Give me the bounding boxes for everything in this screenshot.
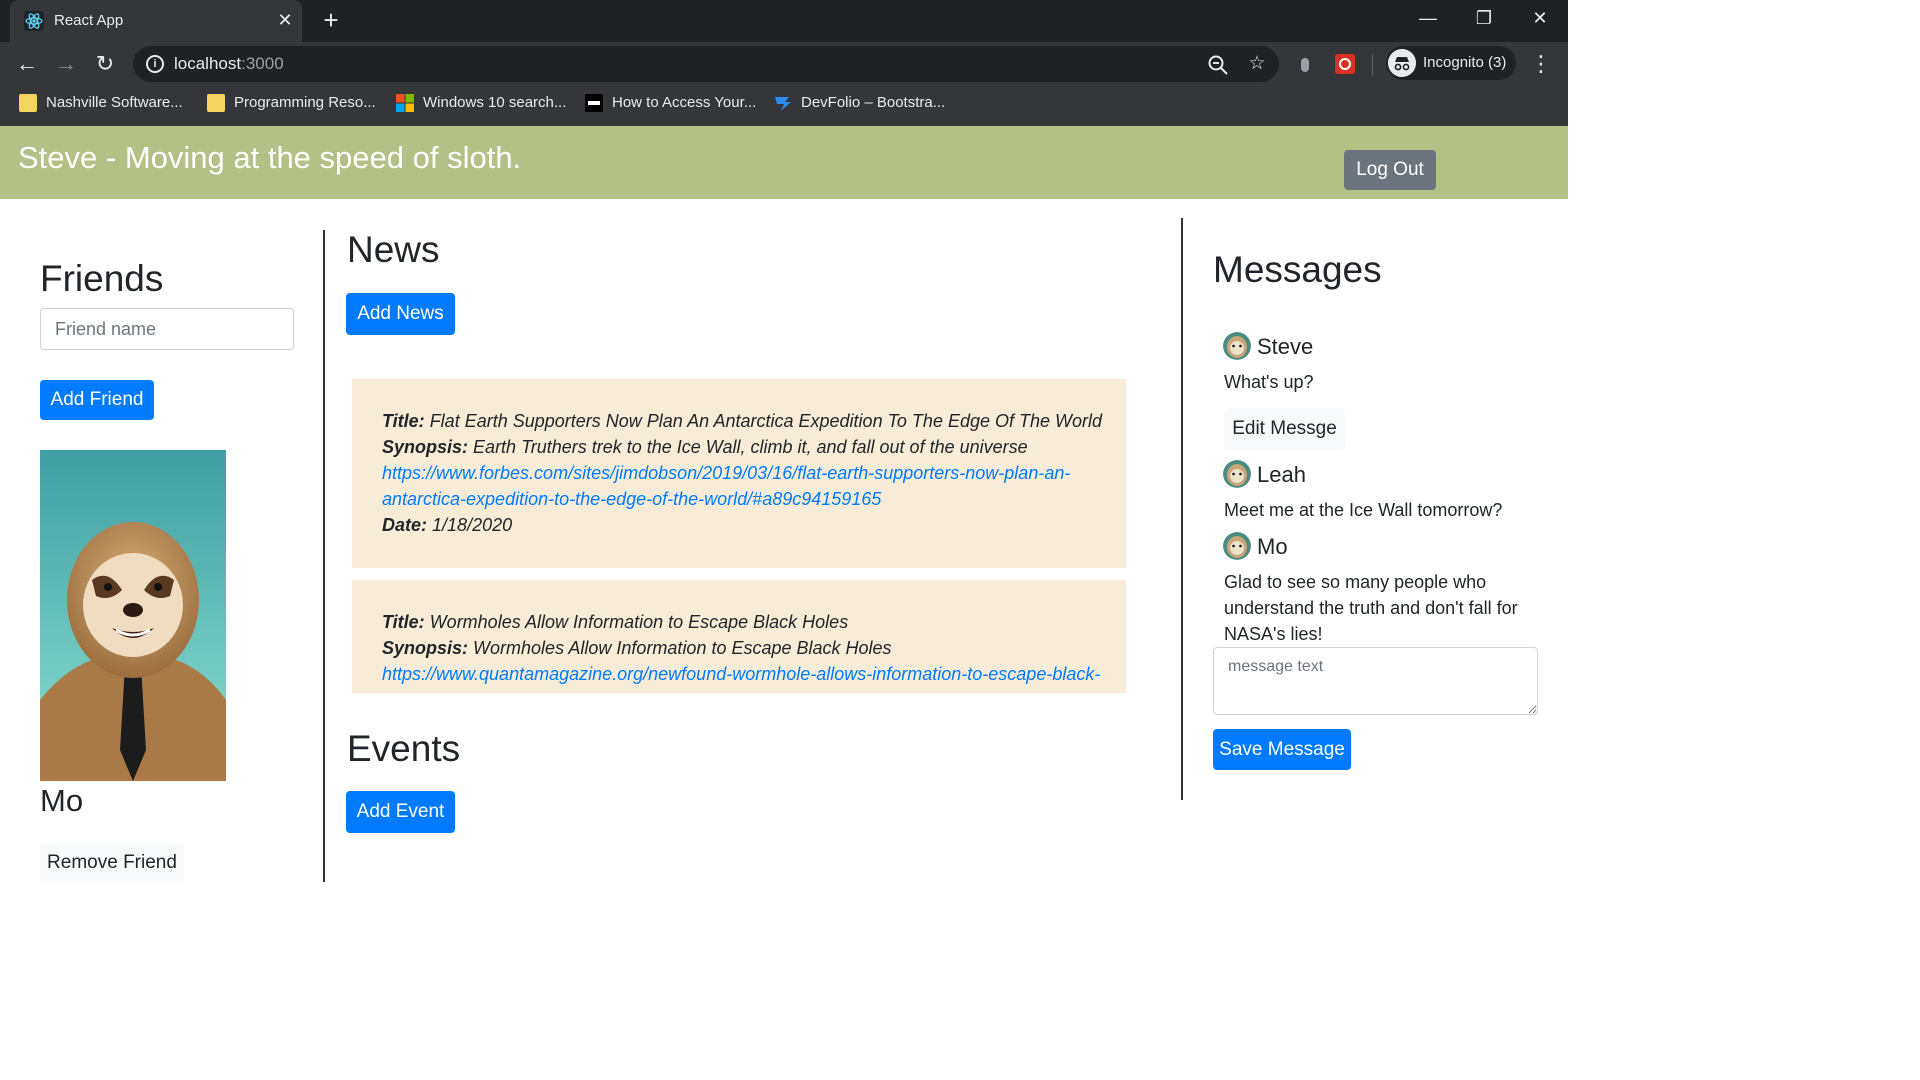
news-synopsis-line: Synopsis: Earth Truthers trek to the Ice… — [382, 437, 1028, 457]
restore-icon[interactable]: ❐ — [1456, 0, 1512, 36]
bookmarks-bar: Nashville Software... Programming Reso..… — [0, 86, 1568, 122]
events-heading: Events — [347, 728, 461, 769]
browser-menu-icon[interactable]: ⋮ — [1530, 50, 1552, 78]
message-author: Steve — [1257, 334, 1314, 359]
news-heading: News — [347, 229, 440, 270]
avatar — [1223, 332, 1251, 360]
react-icon — [24, 11, 44, 31]
zoom-icon[interactable] — [1206, 53, 1230, 77]
incognito-button[interactable]: Incognito (3) — [1386, 46, 1516, 80]
bookmark-label: DevFolio – Bootstra... — [801, 94, 946, 111]
bookmark-label: Nashville Software... — [46, 94, 183, 111]
news-link[interactable]: https://www.forbes.com/sites/jimdobson/2… — [382, 463, 1070, 484]
message-text-line: understand the truth and don't fall for — [1224, 598, 1518, 618]
news-title: Wormholes Allow Information to Escape Bl… — [429, 612, 849, 632]
extension-red-icon[interactable] — [1333, 52, 1357, 76]
folder-icon — [19, 94, 37, 112]
friend-photo — [40, 450, 226, 781]
news-card: Title: Flat Earth Supporters Now Plan An… — [352, 379, 1126, 568]
news-title: Flat Earth Supporters Now Plan An Antarc… — [429, 411, 1103, 431]
incognito-icon — [1388, 49, 1416, 77]
left-column-divider — [323, 230, 325, 882]
message-text-line: Glad to see so many people who — [1224, 572, 1487, 592]
news-title-line: Title: Flat Earth Supporters Now Plan An… — [382, 411, 1103, 431]
message-text: What's up? — [1224, 372, 1314, 392]
devfolio-icon — [775, 97, 791, 111]
friend-name: Mo — [40, 783, 84, 818]
tab-react-app[interactable]: React App ✕ — [10, 0, 302, 42]
bookmark-label: Windows 10 search... — [423, 94, 567, 111]
app-header: Steve - Moving at the speed of sloth. Lo… — [0, 126, 1568, 199]
close-tab-icon[interactable]: ✕ — [274, 9, 296, 31]
news-synopsis: Earth Truthers trek to the Ice Wall, cli… — [473, 437, 1028, 457]
add-friend-button[interactable]: Add Friend — [40, 380, 154, 420]
news-title-line: Title: Wormholes Allow Information to Es… — [382, 612, 849, 632]
friend-name-input[interactable] — [40, 308, 294, 350]
avatar — [1223, 460, 1251, 488]
forward-icon[interactable]: → — [52, 50, 80, 78]
news-link-continued[interactable]: antarctica-expedition-to-the-edge-of-the… — [382, 489, 881, 510]
message-text: Meet me at the Ice Wall tomorrow? — [1224, 500, 1503, 520]
bookmark-label: How to Access Your... — [612, 94, 757, 111]
browser-chrome: React App ✕ + — ❐ ✕ ← → ↻ i localhost:30… — [0, 0, 1568, 126]
right-column-divider — [1181, 218, 1183, 800]
friends-heading: Friends — [40, 258, 164, 299]
minimize-icon[interactable]: — — [1400, 0, 1456, 36]
news-date: 1/18/2020 — [432, 515, 513, 535]
bookmark-label: Programming Reso... — [234, 94, 376, 111]
tab-title: React App — [54, 12, 124, 29]
remove-friend-button[interactable]: Remove Friend — [40, 843, 184, 883]
news-synopsis-line: Synopsis: Wormholes Allow Information to… — [382, 638, 892, 658]
save-message-button[interactable]: Save Message — [1213, 729, 1351, 770]
toolbar-divider — [1372, 54, 1373, 76]
tab-strip: React App ✕ + — ❐ ✕ — [0, 0, 1568, 42]
avatar — [1223, 532, 1251, 560]
incognito-label: Incognito (3) — [1423, 54, 1507, 71]
htg-icon — [585, 94, 603, 112]
message-author: Mo — [1257, 534, 1288, 559]
edit-message-button[interactable]: Edit Messge — [1224, 408, 1345, 450]
folder-icon — [207, 94, 225, 112]
news-date-line: Date: 1/18/2020 — [382, 515, 513, 535]
add-news-button[interactable]: Add News — [346, 293, 455, 335]
news-card: Title: Wormholes Allow Information to Es… — [352, 580, 1126, 693]
news-link[interactable]: https://www.quantamagazine.org/newfound-… — [382, 664, 1100, 685]
message-textarea[interactable] — [1213, 647, 1538, 715]
address-bar[interactable]: i localhost:3000 ☆ — [133, 46, 1279, 82]
message-text-line: NASA's lies! — [1224, 624, 1323, 644]
sloth-image — [40, 450, 226, 781]
message-author: Leah — [1257, 462, 1306, 487]
news-synopsis: Wormholes Allow Information to Escape Bl… — [473, 638, 892, 658]
bookmark-star-icon[interactable]: ☆ — [1245, 52, 1269, 76]
site-info-icon[interactable]: i — [146, 55, 164, 73]
new-tab-icon[interactable]: + — [318, 7, 344, 34]
back-icon[interactable]: ← — [13, 50, 41, 78]
logout-button[interactable]: Log Out — [1344, 150, 1436, 190]
page-title: Steve - Moving at the speed of sloth. — [18, 140, 522, 175]
reload-icon[interactable]: ↻ — [91, 50, 119, 78]
messages-heading: Messages — [1213, 249, 1382, 290]
extension-icon[interactable] — [1293, 52, 1317, 76]
browser-toolbar: ← → ↻ i localhost:3000 ☆ Incognito (3) ⋮ — [0, 42, 1568, 86]
windows-icon — [396, 94, 414, 112]
url-text[interactable]: localhost:3000 — [174, 54, 284, 74]
close-window-icon[interactable]: ✕ — [1512, 0, 1568, 36]
add-event-button[interactable]: Add Event — [346, 791, 455, 833]
